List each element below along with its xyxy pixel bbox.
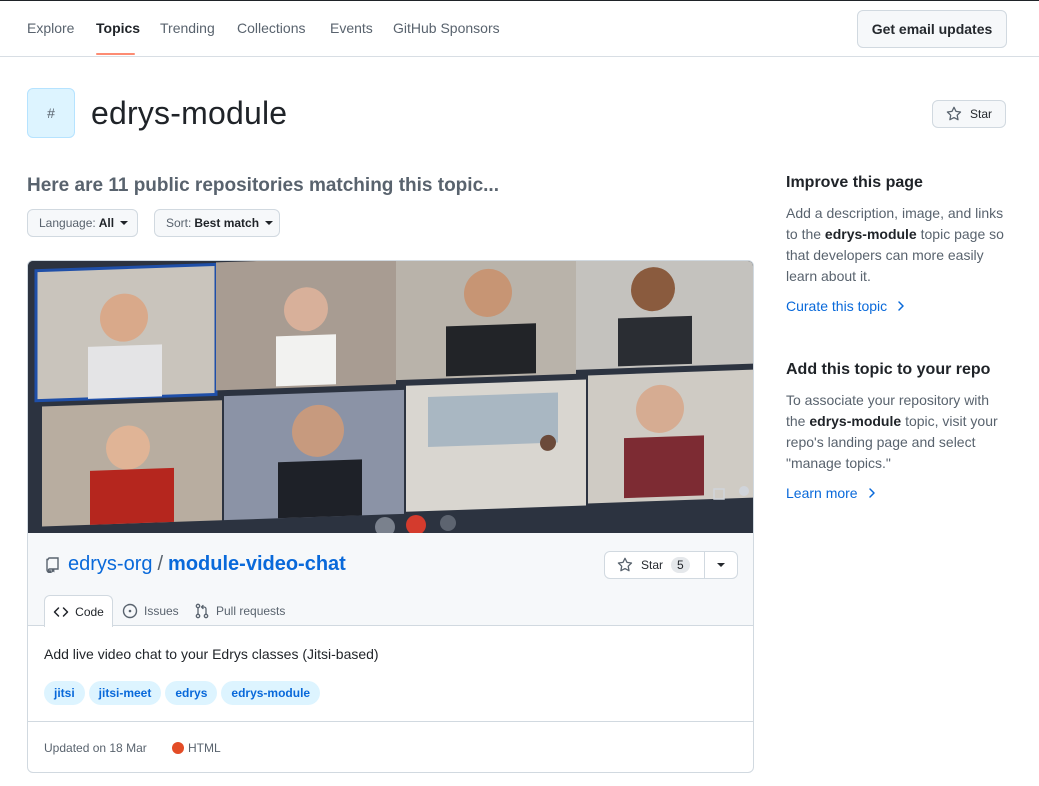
nav-trending[interactable]: Trending	[160, 20, 215, 36]
add-topic-text: To associate your repository with the ed…	[786, 392, 998, 471]
repo-description: Add live video chat to your Edrys classe…	[44, 646, 379, 662]
nav-active-underline	[96, 53, 135, 55]
caret-down-icon	[265, 221, 274, 225]
nav-collections[interactable]: Collections	[237, 20, 305, 36]
improve-page-text: Add a description, image, and links to t…	[786, 205, 1004, 284]
issue-opened-icon	[122, 603, 138, 619]
repo-preview-image[interactable]	[28, 261, 753, 533]
sort-filter[interactable]: Sort: Best match	[154, 209, 280, 237]
star-label: Star	[641, 558, 664, 572]
tab-pull-requests[interactable]: Pull requests	[194, 595, 285, 627]
updated-date: Updated on 18 Mar	[44, 741, 147, 755]
tab-issues-label: Issues	[144, 604, 179, 618]
star-icon	[946, 106, 962, 121]
topic-tag[interactable]: jitsi-meet	[88, 681, 162, 705]
video-chat-illustration	[28, 261, 753, 533]
topics-nav: Explore Topics Trending Collections Even…	[0, 1, 1039, 57]
hash-icon: #	[47, 105, 55, 121]
learn-more-link[interactable]: Learn more	[786, 485, 878, 501]
star-count: 5	[671, 557, 690, 573]
tab-code-label: Code	[75, 604, 104, 619]
sort-filter-value: Best match	[194, 216, 260, 230]
repo-star-group: Star 5	[604, 551, 738, 579]
language-filter-label: Language:	[39, 216, 96, 230]
chevron-right-icon	[898, 301, 904, 311]
language-filter[interactable]: Language: All	[27, 209, 138, 237]
repo-card: edrys-org / module-video-chat Star 5 Code …	[27, 260, 754, 773]
nav-topics[interactable]: Topics	[96, 20, 140, 36]
improve-page-heading: Improve this page	[786, 174, 923, 191]
get-email-updates-button[interactable]: Get email updates	[857, 10, 1007, 48]
topic-tag[interactable]: edrys-module	[221, 681, 321, 705]
curate-topic-link[interactable]: Curate this topic	[786, 298, 907, 314]
star-list-dropdown[interactable]	[705, 552, 737, 578]
results-heading: Here are 11 public repositories matching…	[27, 175, 499, 196]
caret-down-icon	[120, 221, 129, 225]
language-name: HTML	[188, 741, 221, 755]
topic-tags: jitsi jitsi-meet edrys edrys-module	[44, 681, 321, 705]
repo-full-name: edrys-org / module-video-chat	[68, 553, 346, 576]
star-label: Star	[969, 107, 992, 121]
star-icon	[617, 557, 633, 572]
topic-tag[interactable]: jitsi	[44, 681, 85, 705]
language-filter-value: All	[98, 216, 115, 230]
sort-filter-label: Sort:	[166, 216, 192, 230]
tab-code[interactable]: Code	[44, 595, 113, 627]
nav-explore[interactable]: Explore	[27, 20, 74, 36]
tab-pull-requests-label: Pull requests	[216, 604, 286, 618]
topic-star-button[interactable]: Star	[932, 100, 1006, 128]
repo-icon	[46, 557, 59, 573]
code-icon	[53, 606, 69, 617]
pull-request-icon	[195, 603, 209, 619]
topic-badge: #	[27, 88, 75, 138]
caret-down-icon	[717, 563, 725, 567]
repo-language: HTML	[172, 741, 221, 755]
tab-issues[interactable]: Issues	[122, 595, 179, 627]
repo-star-button[interactable]: Star 5	[605, 552, 705, 578]
curate-topic-label: Curate this topic	[786, 298, 888, 314]
chevron-right-icon	[868, 488, 875, 498]
nav-events[interactable]: Events	[330, 20, 373, 36]
repo-name-link[interactable]: module-video-chat	[168, 553, 346, 575]
topic-tag[interactable]: edrys	[165, 681, 218, 705]
topic-title: edrys-module	[91, 95, 288, 131]
language-color-dot	[172, 742, 184, 754]
repo-owner-link[interactable]: edrys-org	[68, 553, 152, 575]
add-topic-heading: Add this topic to your repo	[786, 361, 991, 378]
repo-separator: /	[157, 553, 164, 575]
learn-more-label: Learn more	[786, 485, 858, 501]
nav-github-sponsors[interactable]: GitHub Sponsors	[393, 20, 500, 36]
